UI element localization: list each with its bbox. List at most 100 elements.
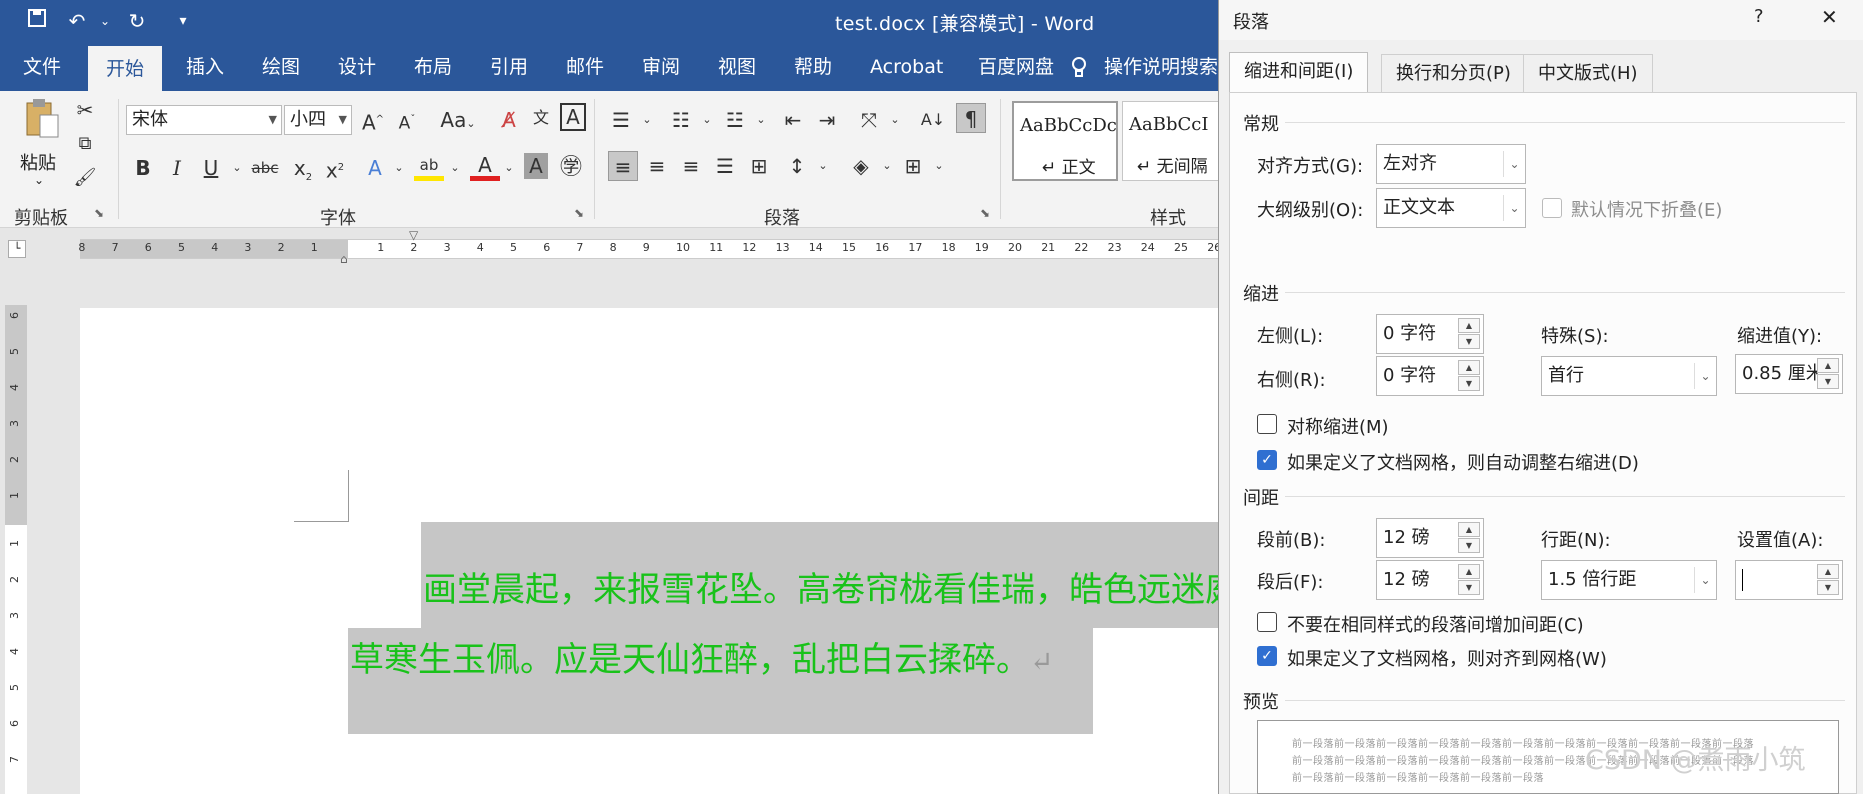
- bold-icon[interactable]: B: [128, 153, 158, 183]
- clipboard-launcher-icon[interactable]: ⬊: [94, 206, 104, 220]
- spin-down-icon[interactable]: ▼: [1458, 376, 1480, 391]
- space-before-spinner[interactable]: 12 磅 ▲ ▼: [1376, 518, 1484, 558]
- align-right-icon[interactable]: ≡: [676, 151, 706, 181]
- decrease-indent-icon[interactable]: ⇤: [778, 105, 808, 135]
- undo-dropdown-icon[interactable]: ⌄: [90, 6, 120, 36]
- snap-to-grid-checkbox[interactable]: ✓: [1257, 646, 1277, 666]
- spin-down-icon[interactable]: ▼: [1458, 538, 1480, 553]
- character-shading-icon[interactable]: A: [524, 153, 548, 179]
- outline-level-select[interactable]: 正文文本 ⌄: [1376, 188, 1526, 228]
- tab-view[interactable]: 视图: [700, 44, 774, 91]
- left-indent-marker-icon[interactable]: ⌂: [340, 252, 348, 266]
- bullets-dropdown-icon[interactable]: ⌄: [632, 105, 662, 135]
- redo-icon[interactable]: ↻: [122, 6, 152, 36]
- paragraph-launcher-icon[interactable]: ⬊: [980, 206, 990, 220]
- tab-asian-typography[interactable]: 中文版式(H): [1523, 54, 1653, 92]
- underline-dropdown-icon[interactable]: ⌄: [222, 153, 252, 183]
- spin-down-icon[interactable]: ▼: [1817, 580, 1839, 595]
- grow-font-icon[interactable]: A^: [358, 105, 388, 135]
- alignment-select[interactable]: 左对齐 ⌄: [1376, 144, 1526, 184]
- customize-qat-icon[interactable]: ▾: [168, 6, 198, 36]
- tab-baidu-netdisk[interactable]: 百度网盘: [960, 44, 1072, 91]
- tell-me-search[interactable]: 操作说明搜索: [1098, 44, 1224, 91]
- tab-layout[interactable]: 布局: [396, 44, 470, 91]
- text-effects-dropdown-icon[interactable]: ⌄: [384, 153, 414, 183]
- multilevel-dropdown-icon[interactable]: ⌄: [746, 105, 776, 135]
- italic-icon[interactable]: I: [162, 153, 192, 183]
- text-direction-dropdown-icon[interactable]: ⌄: [880, 105, 910, 135]
- special-indent-select[interactable]: 首行 ⌄: [1541, 356, 1717, 396]
- indent-by-spinner[interactable]: 0.85 厘米 ▲ ▼: [1735, 354, 1843, 394]
- format-painter-icon[interactable]: 🖌: [70, 163, 100, 193]
- tab-review[interactable]: 审阅: [624, 44, 698, 91]
- lightbulb-icon[interactable]: [1066, 44, 1092, 91]
- line-spacing-dropdown-icon[interactable]: ⌄: [808, 151, 838, 181]
- undo-icon[interactable]: ↶: [62, 6, 92, 36]
- tab-design[interactable]: 设计: [320, 44, 394, 91]
- tab-file[interactable]: 文件: [5, 44, 79, 91]
- paste-button[interactable]: 粘贴: [20, 149, 56, 175]
- tab-mailings[interactable]: 邮件: [548, 44, 622, 91]
- font-name-combo[interactable]: 宋体 ▼: [126, 105, 282, 135]
- document-line-1[interactable]: 画堂晨起，来报雪花坠。高卷帘栊看佳瑞，皓色远迷庭砌。盛: [423, 562, 1341, 611]
- copy-icon[interactable]: ⧉: [70, 129, 100, 159]
- spin-down-icon[interactable]: ▼: [1817, 374, 1839, 389]
- no-space-same-style-checkbox[interactable]: [1257, 612, 1277, 632]
- show-formatting-marks-icon[interactable]: ¶: [956, 103, 986, 133]
- spacing-at-spinner[interactable]: ▲ ▼: [1735, 560, 1843, 600]
- tab-selector-icon[interactable]: └: [8, 240, 26, 258]
- spin-up-icon[interactable]: ▲: [1458, 318, 1480, 333]
- highlight-dropdown-icon[interactable]: ⌄: [440, 153, 470, 183]
- help-button[interactable]: ?: [1754, 6, 1764, 27]
- shrink-font-icon[interactable]: Aˇ: [392, 105, 422, 135]
- first-line-indent-marker-icon[interactable]: ▽: [409, 228, 418, 242]
- numbering-dropdown-icon[interactable]: ⌄: [692, 105, 722, 135]
- borders-dropdown-icon[interactable]: ⌄: [924, 151, 954, 181]
- align-left-icon[interactable]: ≡: [608, 151, 638, 181]
- font-launcher-icon[interactable]: ⬊: [574, 206, 584, 220]
- save-icon[interactable]: [22, 6, 52, 36]
- tab-acrobat[interactable]: Acrobat: [852, 44, 961, 91]
- collapse-checkbox[interactable]: [1542, 198, 1562, 218]
- increase-indent-icon[interactable]: ⇥: [812, 105, 842, 135]
- paste-dropdown-icon[interactable]: ⌄: [34, 173, 44, 187]
- paste-icon[interactable]: [22, 97, 62, 143]
- tab-indents-spacing[interactable]: 缩进和间距(I): [1229, 52, 1369, 92]
- space-after-spinner[interactable]: 12 磅 ▲ ▼: [1376, 560, 1484, 600]
- font-color-dropdown-icon[interactable]: ⌄: [494, 153, 524, 183]
- tab-line-page-breaks[interactable]: 换行和分页(P): [1381, 54, 1526, 92]
- mirror-indents-checkbox[interactable]: [1257, 414, 1277, 434]
- tab-home[interactable]: 开始: [88, 44, 163, 91]
- justify-icon[interactable]: ☰: [710, 151, 740, 181]
- subscript-icon[interactable]: x2: [288, 153, 318, 183]
- align-center-icon[interactable]: ≡: [642, 151, 672, 181]
- spin-up-icon[interactable]: ▲: [1817, 358, 1839, 373]
- character-border-icon[interactable]: A: [560, 103, 586, 131]
- change-case-icon[interactable]: Aa⌄: [436, 105, 480, 135]
- spin-up-icon[interactable]: ▲: [1458, 564, 1480, 579]
- phonetic-guide-icon[interactable]: 文: [526, 103, 556, 133]
- font-size-combo[interactable]: 小四 ▼: [284, 105, 352, 135]
- tab-references[interactable]: 引用: [472, 44, 546, 91]
- spin-up-icon[interactable]: ▲: [1458, 360, 1480, 375]
- left-indent-spinner[interactable]: 0 字符 ▲ ▼: [1376, 314, 1484, 354]
- document-line-2[interactable]: 草寒生玉佩。应是天仙狂醉，乱把白云揉碎。↵: [350, 632, 1053, 681]
- tab-draw[interactable]: 绘图: [244, 44, 318, 91]
- tab-help[interactable]: 帮助: [776, 44, 850, 91]
- close-button[interactable]: ✕: [1821, 5, 1838, 29]
- cut-icon[interactable]: ✂: [70, 95, 100, 125]
- horizontal-ruler[interactable]: └ 8 7 6 5 4 3 2 1 1 2 3 4 5 6 7 8 9 10 11 12 13 14 15 16 17 18 19 2…: [0, 228, 1221, 268]
- clear-formatting-icon[interactable]: A̸: [494, 105, 524, 135]
- line-spacing-select[interactable]: 1.5 倍行距 ⌄: [1541, 560, 1717, 600]
- spin-up-icon[interactable]: ▲: [1817, 564, 1839, 579]
- right-indent-spinner[interactable]: 0 字符 ▲ ▼: [1376, 356, 1484, 396]
- spin-down-icon[interactable]: ▼: [1458, 580, 1480, 595]
- distributed-icon[interactable]: ⊞: [744, 151, 774, 181]
- enclose-characters-icon[interactable]: ㊫: [556, 153, 586, 183]
- superscript-icon[interactable]: x2: [320, 153, 350, 183]
- style-normal[interactable]: AaBbCcDc ↵ 正文: [1012, 101, 1118, 181]
- auto-adjust-right-indent-checkbox[interactable]: ✓: [1257, 450, 1277, 470]
- strikethrough-icon[interactable]: abc: [250, 153, 280, 183]
- style-no-spacing[interactable]: AaBbCcI ↵ 无间隔: [1122, 101, 1220, 181]
- spin-up-icon[interactable]: ▲: [1458, 522, 1480, 537]
